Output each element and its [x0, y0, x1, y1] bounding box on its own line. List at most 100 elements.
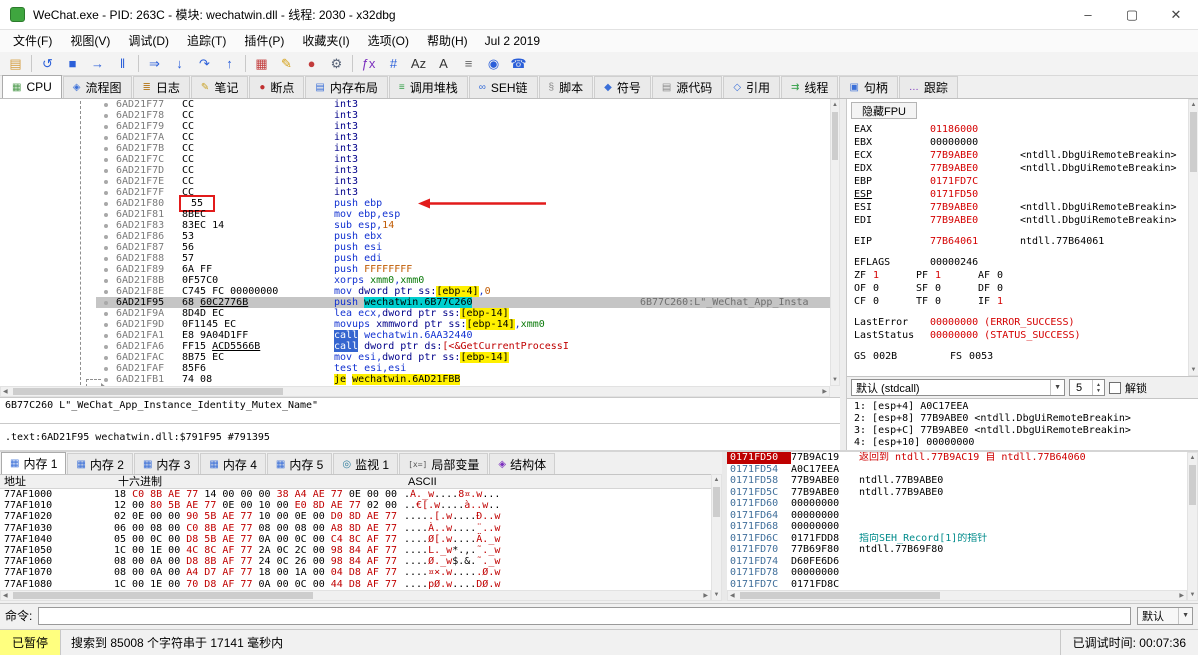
close-button[interactable]: ✕ — [1154, 0, 1198, 30]
tab-handles[interactable]: ▣ 句柄 — [839, 76, 898, 98]
settings-button[interactable]: ⚙ — [324, 53, 349, 74]
help-button[interactable]: ☎ — [506, 53, 531, 74]
scroll-up-icon[interactable]: ▲ — [831, 100, 839, 110]
tab-dump-1[interactable]: ▦ 内存 1 — [1, 452, 67, 474]
flag-pair[interactable]: AF 0 — [978, 269, 1040, 282]
stack-vertical-scrollbar[interactable]: ▲ ▼ — [1187, 452, 1198, 601]
scroll-down-icon[interactable]: ▼ — [831, 375, 839, 385]
disasm-row[interactable]: 6AD21F9A 8D4D EC lea ecx,dword ptr ss:[ebp… — [0, 308, 830, 319]
register-row[interactable]: ECX 77B9ABE0 <ntdll.DbgUiRemoteBreakin> — [854, 149, 1185, 162]
scroll-down-icon[interactable]: ▼ — [1189, 365, 1198, 375]
run-button[interactable]: → — [85, 53, 110, 74]
dump-row[interactable]: 77AF1060 08 00 0A 00 D8 8B AF 77 24 0C 26… — [0, 556, 711, 567]
disasm-row[interactable]: 6AD21F78 CC int3 — [0, 110, 830, 121]
register-value[interactable]: 0171FD50 — [930, 188, 1020, 201]
stepper-arrows-icon[interactable]: ▲ ▼ — [1092, 380, 1104, 395]
disasm-row[interactable]: 6AD21F7A CC int3 — [0, 132, 830, 143]
scroll-left-icon[interactable]: ◀ — [730, 591, 735, 600]
tab-struct[interactable]: ◈ 结构体 — [489, 453, 556, 474]
command-input[interactable] — [38, 606, 1131, 625]
disasm-row[interactable]: 6AD21F83 83EC 14 sub esp,14 — [0, 220, 830, 231]
stack-row[interactable]: 0171FD5C 77B9ABE0 ntdll.77B9ABE0 — [727, 487, 1187, 499]
flag-pair[interactable]: OF 0 — [854, 282, 916, 295]
register-row[interactable]: EDX 77B9ABE0 <ntdll.DbgUiRemoteBreakin> — [854, 162, 1185, 175]
stop-button[interactable]: ■ — [60, 53, 85, 74]
register-row[interactable]: EAX 01186000 — [854, 123, 1185, 136]
maximize-button[interactable]: ▢ — [1110, 0, 1154, 30]
tab-source[interactable]: ▤ 源代码 — [651, 76, 723, 98]
flag-pair[interactable]: SF 0 — [916, 282, 978, 295]
menu-item[interactable]: 选项(O) — [359, 32, 418, 50]
stack-row[interactable]: 0171FD68 00000000 — [727, 521, 1187, 533]
register-row[interactable]: EFLAGS 00000246 — [854, 256, 1185, 269]
scroll-up-icon[interactable]: ▲ — [712, 475, 721, 485]
stack-row[interactable]: 0171FD54 A0C17EEA — [727, 464, 1187, 476]
tab-dump-3[interactable]: ▦ 内存 3 — [133, 453, 200, 474]
register-value[interactable]: 77B64061 — [930, 235, 1020, 248]
tab-cpu[interactable]: ▦ CPU — [2, 75, 62, 98]
dump-row[interactable]: 77AF1050 1C 00 1E 00 4C 8C AF 77 2A 0C 2C… — [0, 545, 711, 556]
register-row[interactable]: ESI 77B9ABE0 <ntdll.DbgUiRemoteBreakin> — [854, 201, 1185, 214]
stack-row[interactable]: 0171FD70 77B69F80 ntdll.77B69F80 — [727, 544, 1187, 556]
stack-horizontal-scrollbar[interactable]: ◀ ▶ — [727, 590, 1187, 601]
register-row[interactable]: ZF 1 PF 1 AF 0 — [854, 269, 1185, 282]
tab-seh[interactable]: ∞ SEH链 — [468, 76, 538, 98]
tab-symbols[interactable]: ◆ 符号 — [594, 76, 651, 98]
scroll-right-icon[interactable]: ▶ — [1179, 591, 1184, 600]
hide-fpu-button[interactable]: 隐藏FPU — [851, 102, 917, 119]
dump-row[interactable]: 77AF1040 05 00 0C 00 D8 5B AE 77 0A 00 0C… — [0, 534, 711, 545]
register-value[interactable]: 01186000 — [930, 123, 1020, 136]
command-syntax-dropdown[interactable]: 默认 ▼ — [1137, 606, 1193, 625]
tab-call-stack[interactable]: ≡ 调用堆栈 — [388, 76, 468, 98]
tab-script[interactable]: § 脚本 — [538, 76, 594, 98]
register-value[interactable]: 00000000 — [930, 136, 1020, 149]
preferences-button[interactable]: ≡ — [456, 53, 481, 74]
search-button[interactable]: A — [431, 53, 456, 74]
tab-dump-4[interactable]: ▦ 内存 4 — [200, 453, 266, 474]
scroll-right-icon[interactable]: ▶ — [822, 387, 827, 396]
flag-pair[interactable]: PF 1 — [916, 269, 978, 282]
minimize-button[interactable]: – — [1066, 0, 1110, 30]
menu-item[interactable]: 插件(P) — [235, 32, 293, 50]
stack-row[interactable]: 0171FD78 00000000 — [727, 567, 1187, 579]
stack-row[interactable]: 0171FD74 D60FE6D6 — [727, 556, 1187, 568]
scrollbar-thumb[interactable] — [832, 112, 838, 160]
step-out-button[interactable]: ↑ — [217, 53, 242, 74]
register-value[interactable]: 77B9ABE0 — [930, 214, 1020, 227]
stack-row[interactable]: 0171FD7C 0171FD8C — [727, 579, 1187, 591]
disasm-row[interactable]: 6AD21FAF 85F6 test esi,esi — [0, 363, 830, 374]
open-file-button[interactable]: ▤ — [3, 53, 28, 74]
scroll-up-icon[interactable]: ▲ — [1188, 453, 1197, 463]
flag-pair[interactable]: CF 0 — [854, 295, 916, 308]
stack-row[interactable]: 0171FD6C 0171FDD8 指向SEH_Record[1]的指针 — [727, 533, 1187, 545]
disasm-row[interactable]: 6AD21FA1 E8 9A04D1FF call wechatwin.6AA324… — [0, 330, 830, 341]
argument-row[interactable]: 4: [esp+10] 00000000 — [854, 437, 1192, 449]
argument-row[interactable]: 1: [esp+4] A0C17EEA — [854, 401, 1192, 413]
registers-scrollbar[interactable]: ▲ ▼ — [1188, 99, 1198, 376]
disasm-row[interactable]: 6AD21F9D 0F1145 EC movups xmmword ptr ss:[… — [0, 319, 830, 330]
disasm-row[interactable]: 6AD21F7C CC int3 — [0, 154, 830, 165]
register-value[interactable]: 77B9ABE0 — [930, 162, 1020, 175]
patches-button[interactable]: # — [381, 53, 406, 74]
disasm-horizontal-scrollbar[interactable]: ◀ ▶ — [0, 386, 830, 397]
scroll-down-icon[interactable]: ▼ — [712, 590, 721, 600]
flag-pair[interactable]: GS 002B — [854, 350, 950, 363]
tab-dump-2[interactable]: ▦ 内存 2 — [67, 453, 133, 474]
menu-item[interactable]: 收藏夹(I) — [293, 32, 358, 50]
tab-graph[interactable]: ◈ 流程图 — [62, 76, 132, 98]
disasm-row[interactable]: 6AD21F77 CC int3 — [0, 99, 830, 110]
menu-item[interactable]: 调试(D) — [119, 32, 178, 50]
tab-memory-map[interactable]: ▤ 内存布局 — [305, 76, 388, 98]
pause-button[interactable]: ‖ — [110, 53, 135, 74]
tab-log[interactable]: ≣ 日志 — [132, 76, 190, 98]
register-row[interactable]: EBP 0171FD7C — [854, 175, 1185, 188]
register-row[interactable]: EDI 77B9ABE0 <ntdll.DbgUiRemoteBreakin> — [854, 214, 1185, 227]
scroll-left-icon[interactable]: ◀ — [3, 591, 8, 600]
disasm-row[interactable]: 6AD21F88 57 push edi — [0, 253, 830, 264]
register-row[interactable]: GS 002B FS 0053 — [854, 350, 1185, 363]
dump-row[interactable]: 77AF1000 18 C0 8B AE 77 14 00 00 00 38 A4… — [0, 489, 711, 500]
scroll-up-icon[interactable]: ▲ — [1189, 100, 1198, 110]
flag-pair[interactable]: DF 0 — [978, 282, 1040, 295]
register-value[interactable]: 77B9ABE0 — [930, 201, 1020, 214]
functions-button[interactable]: ƒx — [356, 53, 381, 74]
